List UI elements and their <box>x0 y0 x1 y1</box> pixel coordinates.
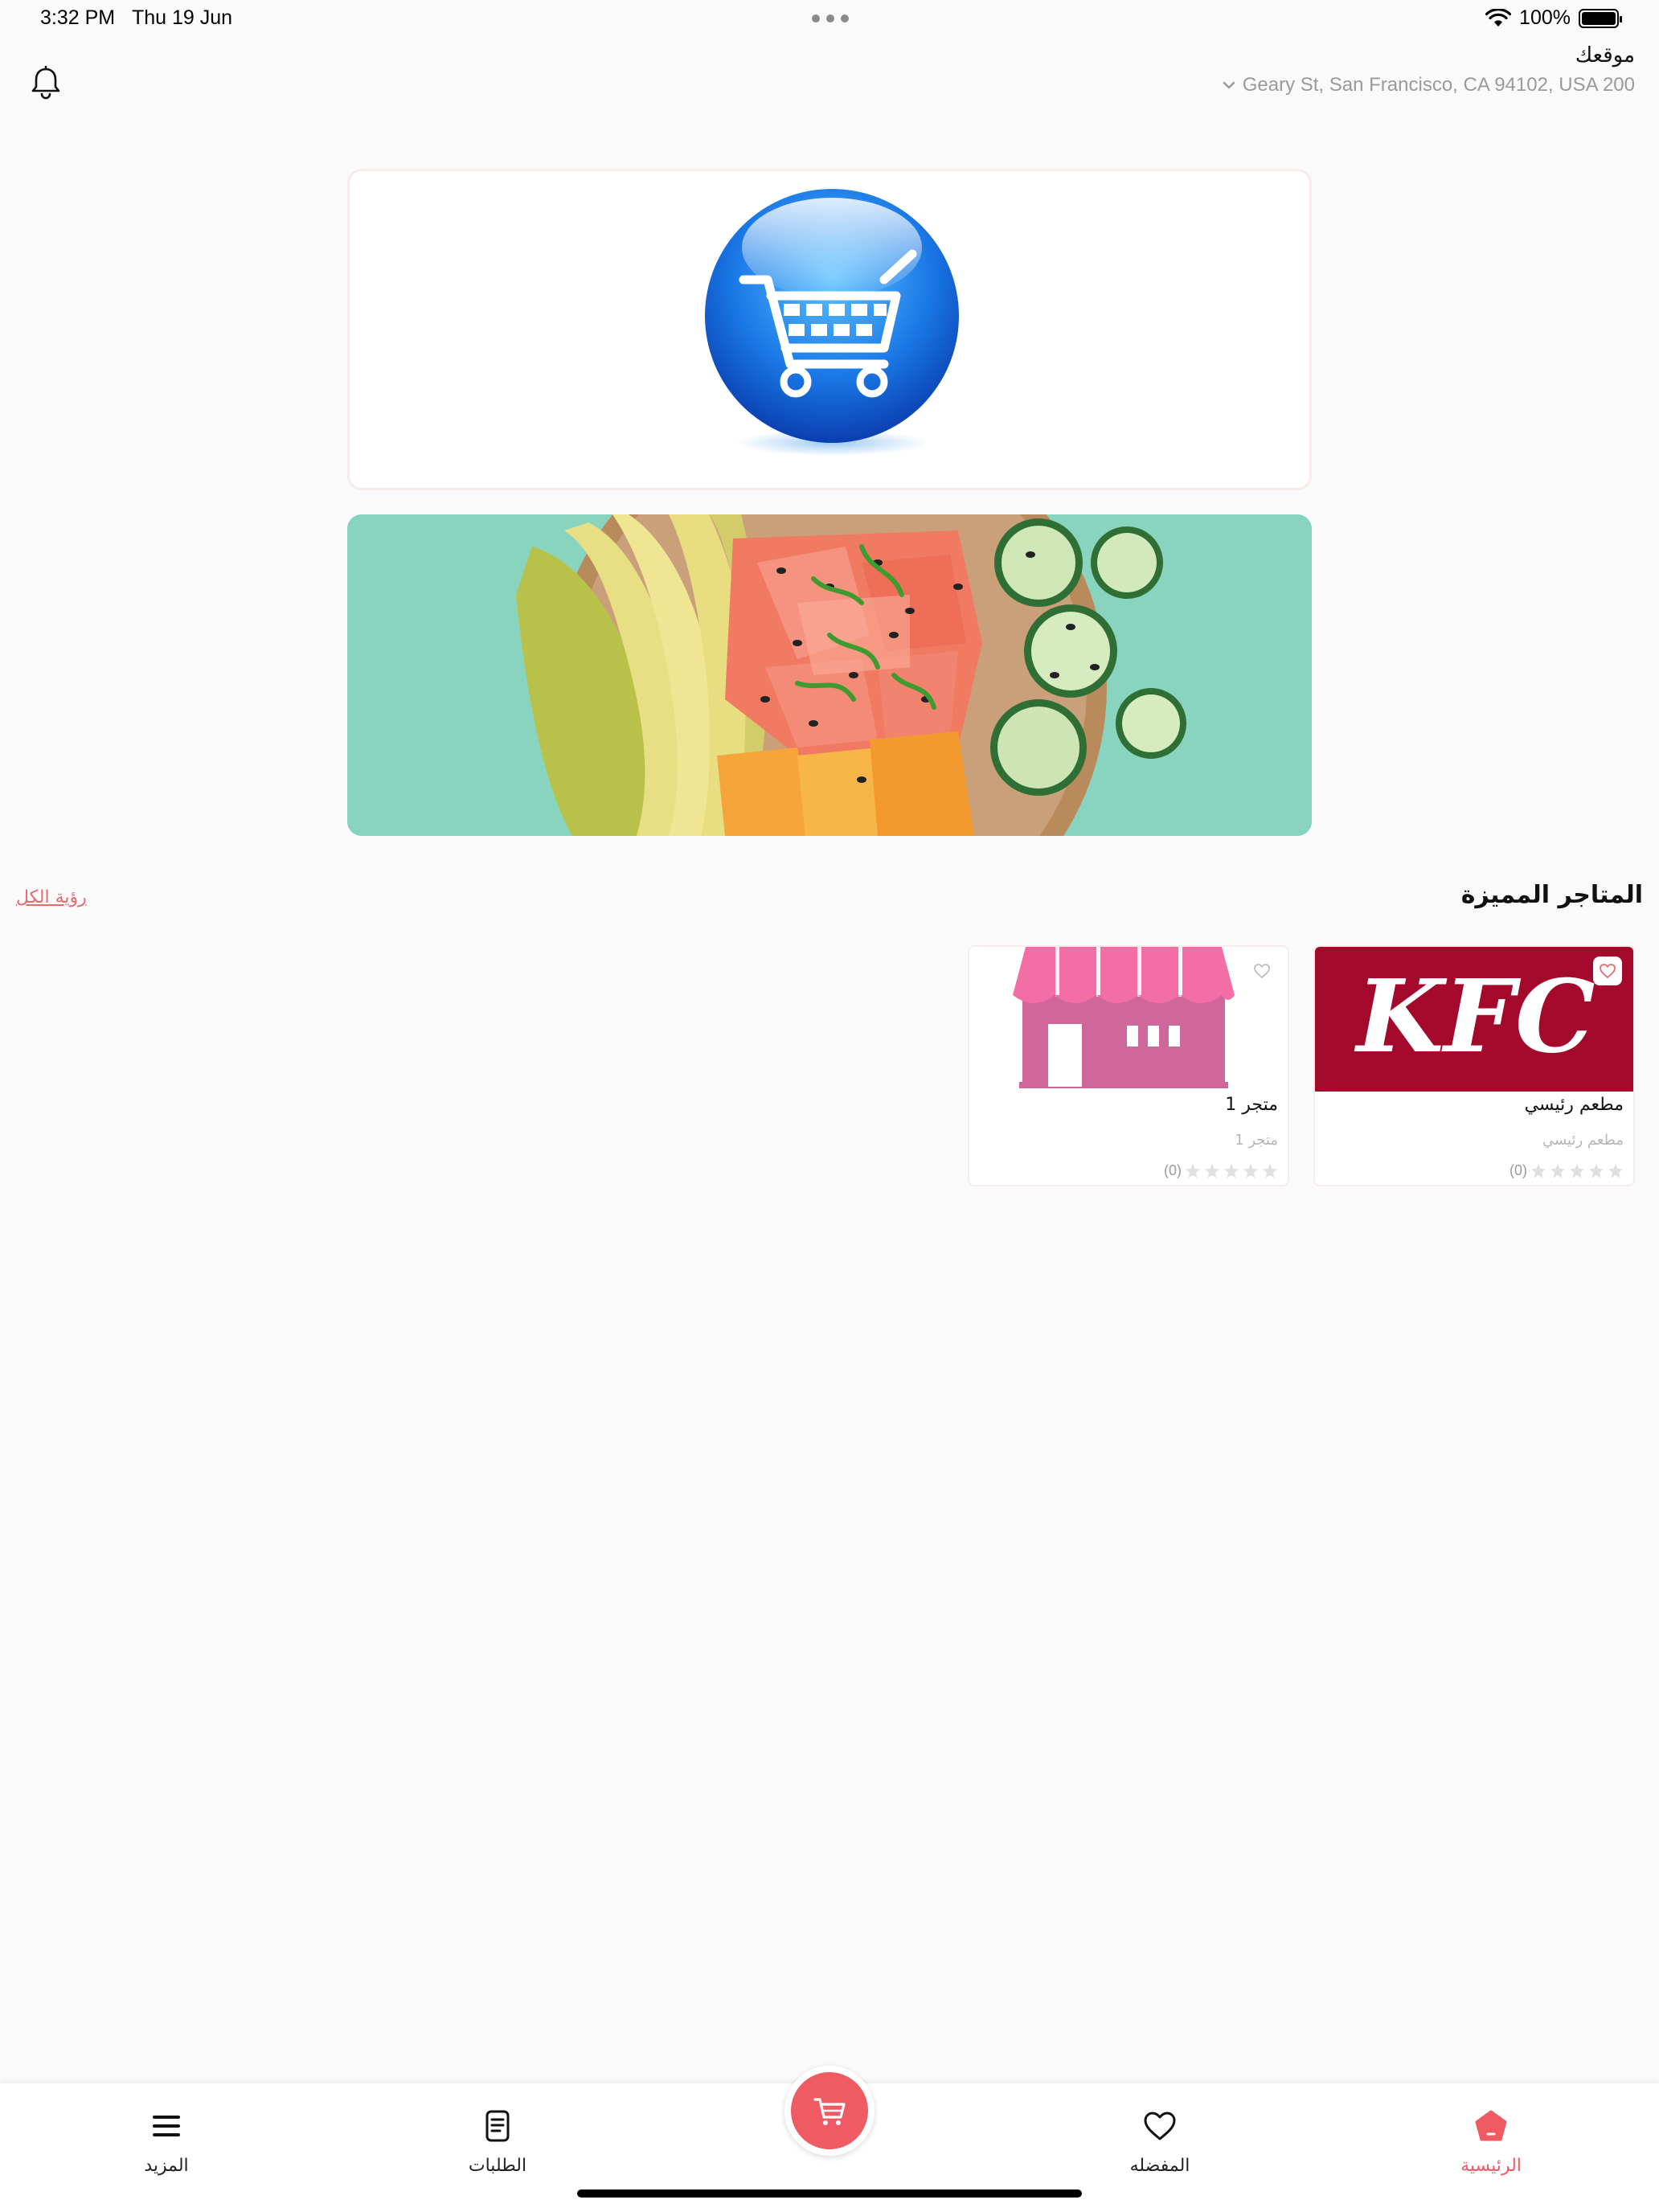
nav-favorites-label: المفضله <box>1129 2156 1190 2176</box>
store-front-icon <box>969 947 1288 1092</box>
status-date: Thu 19 Jun <box>132 6 233 29</box>
store-name: مطعم رئيسي <box>1524 1095 1624 1115</box>
heart-icon <box>1144 2112 1176 2140</box>
store-subtitle: متجر 1 <box>1235 1132 1278 1149</box>
store-card-kfc[interactable]: KFC مطعم رئيسي مطعم رئيسي (0) <box>1313 945 1635 1186</box>
star-icon <box>1589 1163 1604 1178</box>
star-icon <box>1531 1163 1546 1178</box>
store-rating: (0) <box>1509 1162 1624 1179</box>
star-icon <box>1205 1163 1219 1178</box>
shopping-cart-logo <box>705 189 959 456</box>
store-name: متجر 1 <box>1225 1095 1278 1115</box>
location-address: Geary St, San Francisco, CA 94102, USA 2… <box>1242 74 1635 96</box>
heart-icon <box>1254 964 1270 979</box>
star-icon <box>1186 1163 1200 1178</box>
star-icon <box>1570 1163 1584 1178</box>
kfc-logo: KFC <box>1315 947 1633 1092</box>
featured-stores-title: المتاجر المميزة <box>1460 881 1643 909</box>
nav-more[interactable]: المزيد <box>86 2108 247 2176</box>
nav-favorites[interactable]: المفضله <box>1079 2108 1240 2176</box>
poke-bowl-banner[interactable] <box>347 514 1312 836</box>
store-rating: (0) <box>1164 1162 1278 1179</box>
cart-button[interactable] <box>784 2066 875 2156</box>
status-right: 100% <box>1485 6 1622 30</box>
status-bar: 3:32 PM Thu 19 Jun 100% <box>0 0 1659 40</box>
orders-icon <box>485 2110 510 2142</box>
nav-home[interactable]: الرئيسية <box>1411 2108 1571 2176</box>
status-time: 3:32 PM <box>40 6 116 29</box>
nav-home-label: الرئيسية <box>1460 2156 1522 2176</box>
star-icon <box>1243 1163 1258 1178</box>
store-subtitle: مطعم رئيسي <box>1542 1132 1624 1149</box>
kfc-logo-text: KFC <box>1354 958 1596 1075</box>
menu-icon <box>153 2116 180 2136</box>
cart-icon <box>813 2098 846 2125</box>
nav-orders[interactable]: الطلبات <box>417 2108 578 2176</box>
shopping-cart-banner[interactable] <box>347 169 1312 490</box>
favorite-button[interactable] <box>1247 956 1276 985</box>
heart-icon <box>1600 964 1616 979</box>
store-card-store-1[interactable]: متجر 1 متجر 1 (0) <box>968 945 1289 1186</box>
battery-icon <box>1579 8 1622 28</box>
rating-count: (0) <box>1164 1162 1182 1178</box>
star-icon <box>1224 1163 1239 1178</box>
favorite-button[interactable] <box>1593 956 1622 985</box>
location-selector[interactable]: Geary St, San Francisco, CA 94102, USA 2… <box>1220 74 1635 96</box>
nav-more-label: المزيد <box>144 2156 189 2176</box>
home-indicator[interactable] <box>577 2189 1082 2198</box>
star-icon <box>1263 1163 1277 1178</box>
bell-icon[interactable] <box>27 64 64 101</box>
star-icon <box>1550 1163 1565 1178</box>
battery-percent: 100% <box>1519 6 1571 29</box>
wifi-icon <box>1485 8 1512 27</box>
rating-count: (0) <box>1509 1162 1527 1178</box>
nav-orders-label: الطلبات <box>468 2156 527 2176</box>
chevron-down-icon <box>1223 81 1235 89</box>
see-all-link[interactable]: رؤية الكل <box>16 887 87 907</box>
multitasking-dots[interactable] <box>812 14 849 23</box>
location-title: موقعك <box>1575 43 1635 68</box>
star-icon <box>1608 1163 1623 1178</box>
home-icon <box>1475 2110 1507 2141</box>
poke-bowl-image <box>347 514 1312 836</box>
